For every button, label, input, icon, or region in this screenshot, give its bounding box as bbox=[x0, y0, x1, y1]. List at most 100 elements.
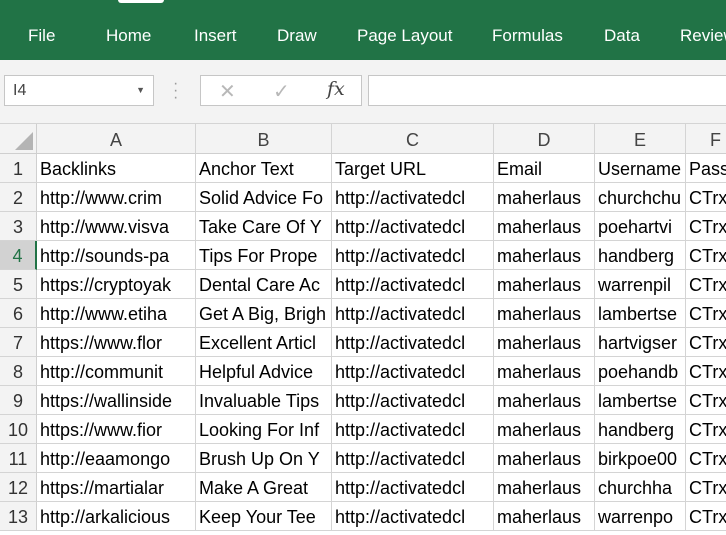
row-header-2[interactable]: 2 bbox=[0, 183, 37, 212]
cell-e8[interactable]: poehandb bbox=[595, 357, 686, 386]
cell-a8[interactable]: http://communit bbox=[37, 357, 196, 386]
column-header-c[interactable]: C bbox=[332, 124, 494, 154]
cell-d4[interactable]: maherlaus bbox=[494, 241, 595, 270]
cell-b12[interactable]: Make A Great bbox=[196, 473, 332, 502]
insert-function-icon[interactable]: fx bbox=[327, 78, 345, 100]
cell-a12[interactable]: https://martialar bbox=[37, 473, 196, 502]
cell-f8[interactable]: CTrx bbox=[686, 357, 726, 386]
tab-data[interactable]: Data bbox=[604, 26, 640, 46]
cell-b2[interactable]: Solid Advice Fo bbox=[196, 183, 332, 212]
cell-b9[interactable]: Invaluable Tips bbox=[196, 386, 332, 415]
tab-home[interactable]: Home bbox=[106, 26, 151, 46]
cell-a5[interactable]: https://cryptoyak bbox=[37, 270, 196, 299]
cell-b7[interactable]: Excellent Articl bbox=[196, 328, 332, 357]
cell-d3[interactable]: maherlaus bbox=[494, 212, 595, 241]
tab-page-layout[interactable]: Page Layout bbox=[357, 26, 452, 46]
row-header-10[interactable]: 10 bbox=[0, 415, 37, 444]
tab-draw[interactable]: Draw bbox=[277, 26, 317, 46]
cell-c5[interactable]: http://activatedcl bbox=[332, 270, 494, 299]
cell-e4[interactable]: handberg bbox=[595, 241, 686, 270]
cell-e9[interactable]: lambertse bbox=[595, 386, 686, 415]
column-header-e[interactable]: E bbox=[595, 124, 686, 154]
cell-d10[interactable]: maherlaus bbox=[494, 415, 595, 444]
row-header-13[interactable]: 13 bbox=[0, 502, 37, 531]
cell-c8[interactable]: http://activatedcl bbox=[332, 357, 494, 386]
cell-e7[interactable]: hartvigser bbox=[595, 328, 686, 357]
select-all-button[interactable] bbox=[0, 124, 37, 154]
name-box[interactable]: I4 ▼ bbox=[4, 75, 154, 106]
row-header-7[interactable]: 7 bbox=[0, 328, 37, 357]
tab-review[interactable]: Review bbox=[680, 26, 726, 46]
cell-c7[interactable]: http://activatedcl bbox=[332, 328, 494, 357]
cell-a10[interactable]: https://www.fior bbox=[37, 415, 196, 444]
cell-d9[interactable]: maherlaus bbox=[494, 386, 595, 415]
cell-a4[interactable]: http://sounds-pa bbox=[37, 241, 196, 270]
cell-e1[interactable]: Username bbox=[595, 154, 686, 183]
cell-d2[interactable]: maherlaus bbox=[494, 183, 595, 212]
cell-b6[interactable]: Get A Big, Brigh bbox=[196, 299, 332, 328]
cancel-icon[interactable]: ✕ bbox=[219, 79, 236, 104]
cell-a13[interactable]: http://arkalicious bbox=[37, 502, 196, 531]
cell-a3[interactable]: http://www.visva bbox=[37, 212, 196, 241]
cell-f10[interactable]: CTrx bbox=[686, 415, 726, 444]
column-header-d[interactable]: D bbox=[494, 124, 595, 154]
cell-f6[interactable]: CTrx bbox=[686, 299, 726, 328]
cell-c4[interactable]: http://activatedcl bbox=[332, 241, 494, 270]
formula-input[interactable] bbox=[368, 75, 726, 106]
cell-e12[interactable]: churchha bbox=[595, 473, 686, 502]
cell-d12[interactable]: maherlaus bbox=[494, 473, 595, 502]
cell-d13[interactable]: maherlaus bbox=[494, 502, 595, 531]
cell-a11[interactable]: http://eaamongo bbox=[37, 444, 196, 473]
cell-c3[interactable]: http://activatedcl bbox=[332, 212, 494, 241]
cell-b5[interactable]: Dental Care Ac bbox=[196, 270, 332, 299]
cell-c12[interactable]: http://activatedcl bbox=[332, 473, 494, 502]
cell-f4[interactable]: CTrx bbox=[686, 241, 726, 270]
cell-c2[interactable]: http://activatedcl bbox=[332, 183, 494, 212]
column-header-a[interactable]: A bbox=[37, 124, 196, 154]
cell-e13[interactable]: warrenpo bbox=[595, 502, 686, 531]
cell-b11[interactable]: Brush Up On Y bbox=[196, 444, 332, 473]
cell-f3[interactable]: CTrx bbox=[686, 212, 726, 241]
cell-f9[interactable]: CTrx bbox=[686, 386, 726, 415]
cell-f11[interactable]: CTrx bbox=[686, 444, 726, 473]
cell-a2[interactable]: http://www.crim bbox=[37, 183, 196, 212]
cell-d11[interactable]: maherlaus bbox=[494, 444, 595, 473]
cell-e6[interactable]: lambertse bbox=[595, 299, 686, 328]
row-header-6[interactable]: 6 bbox=[0, 299, 37, 328]
cell-f13[interactable]: CTrx bbox=[686, 502, 726, 531]
column-header-f[interactable]: F bbox=[686, 124, 726, 154]
check-icon[interactable]: ✓ bbox=[273, 79, 290, 104]
tab-insert[interactable]: Insert bbox=[194, 26, 237, 46]
column-header-b[interactable]: B bbox=[196, 124, 332, 154]
cell-b10[interactable]: Looking For Inf bbox=[196, 415, 332, 444]
tab-file[interactable]: File bbox=[28, 26, 55, 46]
cell-d6[interactable]: maherlaus bbox=[494, 299, 595, 328]
cell-f7[interactable]: CTrx bbox=[686, 328, 726, 357]
cell-d1[interactable]: Email bbox=[494, 154, 595, 183]
cell-c10[interactable]: http://activatedcl bbox=[332, 415, 494, 444]
chevron-down-icon[interactable]: ▼ bbox=[136, 85, 145, 95]
cell-f12[interactable]: CTrx bbox=[686, 473, 726, 502]
cell-d7[interactable]: maherlaus bbox=[494, 328, 595, 357]
cell-c9[interactable]: http://activatedcl bbox=[332, 386, 494, 415]
cell-b13[interactable]: Keep Your Tee bbox=[196, 502, 332, 531]
drag-handle-icon[interactable]: · · · bbox=[173, 76, 178, 106]
cell-c6[interactable]: http://activatedcl bbox=[332, 299, 494, 328]
row-header-11[interactable]: 11 bbox=[0, 444, 37, 473]
cell-f1[interactable]: Password bbox=[686, 154, 726, 183]
cell-e10[interactable]: handberg bbox=[595, 415, 686, 444]
row-header-4[interactable]: 4 bbox=[0, 241, 37, 270]
cell-b3[interactable]: Take Care Of Y bbox=[196, 212, 332, 241]
cell-a6[interactable]: http://www.etiha bbox=[37, 299, 196, 328]
cell-a9[interactable]: https://wallinside bbox=[37, 386, 196, 415]
cell-e3[interactable]: poehartvi bbox=[595, 212, 686, 241]
cell-a7[interactable]: https://www.flor bbox=[37, 328, 196, 357]
cell-f2[interactable]: CTrx bbox=[686, 183, 726, 212]
cell-b8[interactable]: Helpful Advice bbox=[196, 357, 332, 386]
cell-e5[interactable]: warrenpil bbox=[595, 270, 686, 299]
cell-c13[interactable]: http://activatedcl bbox=[332, 502, 494, 531]
cell-a1[interactable]: Backlinks bbox=[37, 154, 196, 183]
row-header-1[interactable]: 1 bbox=[0, 154, 37, 183]
cell-d5[interactable]: maherlaus bbox=[494, 270, 595, 299]
row-header-9[interactable]: 9 bbox=[0, 386, 37, 415]
